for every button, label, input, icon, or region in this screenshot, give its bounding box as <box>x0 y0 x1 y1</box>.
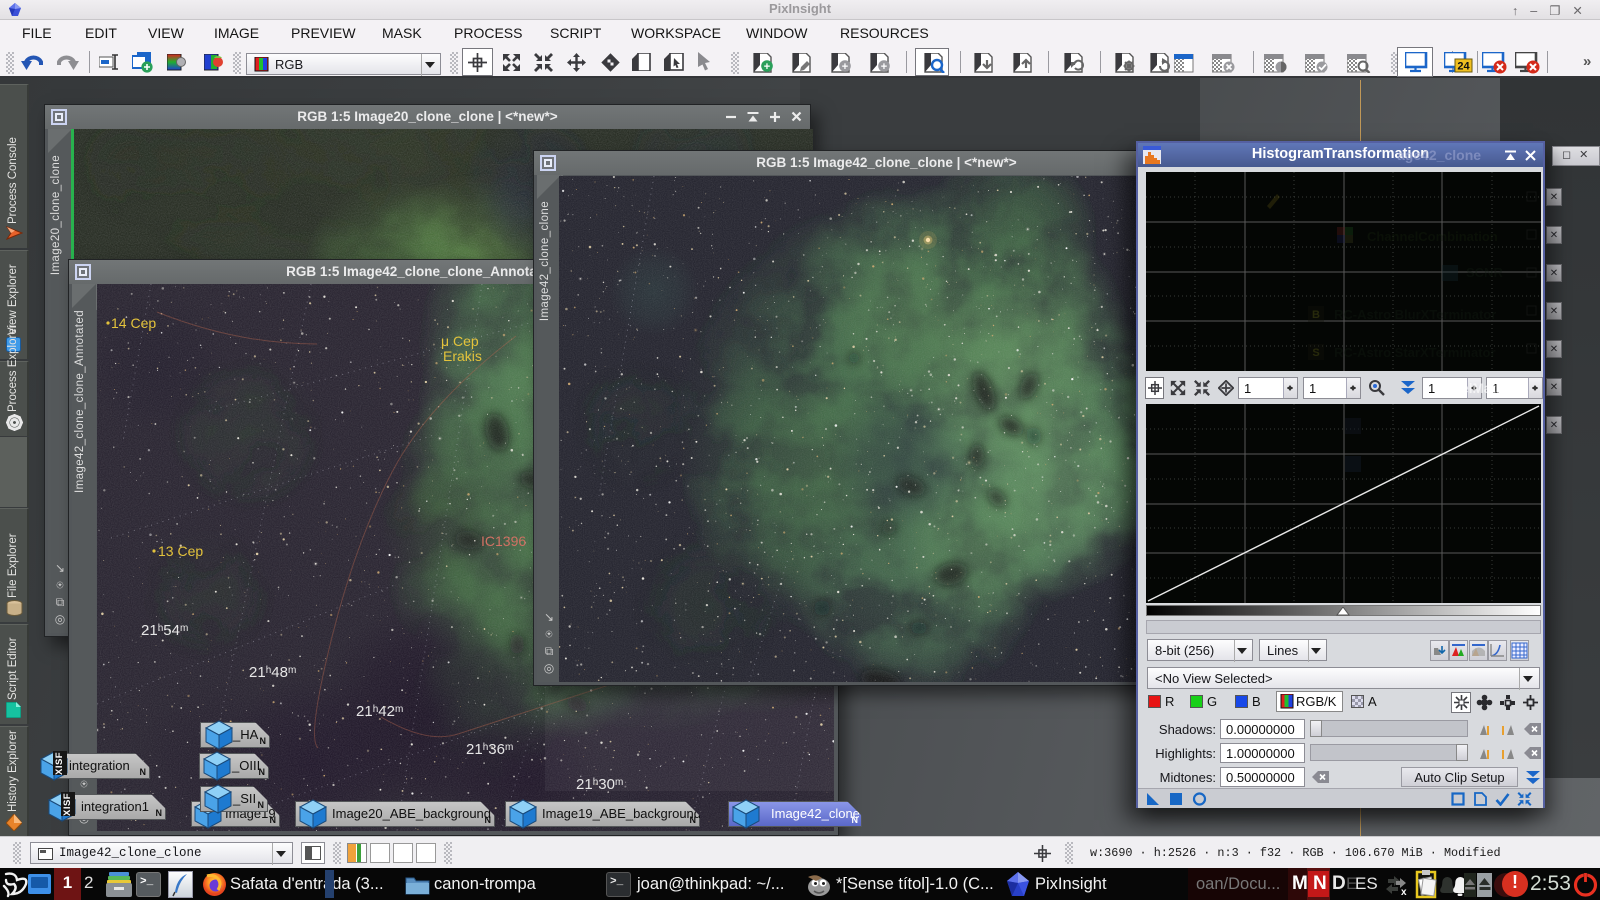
svg-text:+: + <box>881 61 887 73</box>
svg-text:RC-Astro BlurXTerminator: RC-Astro BlurXTerminator <box>1334 307 1496 322</box>
svg-text:ChannelCombination: ChannelCombination <box>1367 229 1498 244</box>
svg-text:B: B <box>1312 309 1320 321</box>
svg-text:RC-Astro StarXTerminator: RC-Astro StarXTerminator <box>1334 345 1496 360</box>
svg-text:+: + <box>764 61 770 73</box>
svg-text:+: + <box>842 61 848 73</box>
svg-text:SCNR: SCNR <box>1466 265 1503 280</box>
svg-text:24: 24 <box>1457 61 1470 73</box>
svg-text:S: S <box>1312 347 1319 359</box>
svg-text:x: x <box>1401 887 1407 896</box>
